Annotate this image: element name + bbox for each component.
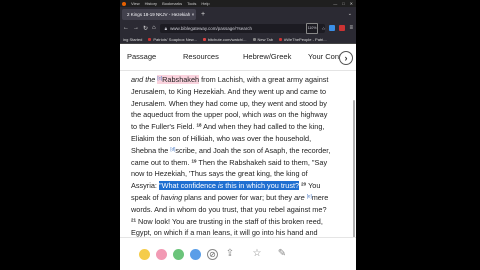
tab-close-icon[interactable]: × — [190, 9, 196, 20]
tab-resources[interactable]: Resources — [183, 52, 219, 61]
menu-help[interactable]: Help — [201, 0, 209, 7]
passage-line: to the Fuller's Field. 18 And when they … — [131, 122, 325, 132]
browser-window: View History Bookmarks Tools Help — □ ✕ … — [120, 0, 356, 270]
bookmark-item[interactable]: ing Started — [123, 35, 142, 43]
passage-line: and the [c]Rabshakeh from Lachish, with … — [131, 75, 329, 84]
passage-line: Jerusalem. When they had come up, they w… — [131, 98, 327, 108]
share-icon[interactable]: ⇪ — [224, 248, 236, 260]
passage-line: speak of having plans and power for war;… — [131, 192, 329, 202]
bookmark-item[interactable]: #WeThePeople - Patri... — [279, 35, 327, 43]
verse-number: 18 — [196, 122, 202, 128]
bookmark-item[interactable]: New Tab — [252, 35, 273, 43]
menu-icon[interactable]: ≡ — [349, 25, 353, 31]
list-tabs-icon[interactable]: ⌄ — [348, 11, 352, 17]
passage-line: words. And in whom do you trust, that yo… — [131, 204, 327, 214]
bookmark-favicon-icon — [148, 37, 152, 41]
url-bar[interactable]: 🔒︎ www.biblegateway.com/passage/?search … — [159, 22, 326, 34]
bookmark-favicon-icon — [279, 37, 282, 41]
verse-number: 19 — [191, 158, 197, 164]
menu-history[interactable]: History — [145, 0, 157, 7]
reload-icon[interactable]: ↻ — [143, 25, 148, 32]
bookmark-item[interactable]: Patriots' Soapbox New... — [148, 35, 197, 43]
menu-tools[interactable]: Tools — [187, 0, 196, 7]
extension-icon[interactable] — [339, 25, 346, 31]
highlight-blue-button[interactable] — [190, 249, 201, 260]
next-tab-button[interactable]: › — [339, 51, 353, 65]
close-window-button[interactable]: ✕ — [350, 0, 353, 7]
url-text: www.biblegateway.com/passage/?search — [170, 25, 253, 31]
passage-line: Jerusalem, to King Hezekiah. And they we… — [131, 86, 327, 96]
window-controls: — □ ✕ — [333, 0, 356, 7]
highlight-toolbar: ⊘ ⇪ ☆ ✎ — [120, 237, 356, 270]
passage-text: and the [c]Rabshakeh from Lachish, with … — [120, 71, 356, 237]
highlight-yellow-button[interactable] — [139, 249, 150, 260]
passage-line: Assyria: "What confidence is this in whi… — [131, 181, 321, 191]
reader-tab-bar: Passage Resources Hebrew/Greek Your Cont… — [120, 44, 356, 71]
highlighted-text[interactable]: [c]Rabshakeh — [157, 75, 200, 84]
extension-icon[interactable] — [329, 25, 336, 31]
tab-title: 2 Kings 18-19 NKJV - Hezekiah — [127, 11, 190, 17]
firefox-icon — [122, 1, 126, 6]
highlight-pink-button[interactable] — [156, 249, 167, 260]
passage-line: Egypt, on which if a man leans, it will … — [131, 228, 318, 237]
lock-icon: 🔒︎ — [164, 25, 168, 31]
tab-hebrew-greek[interactable]: Hebrew/Greek — [243, 52, 291, 61]
selected-text[interactable]: "What confidence is this in which you tr… — [158, 181, 300, 191]
minimize-button[interactable]: — — [333, 0, 337, 7]
home-icon[interactable]: ⌂ — [152, 25, 156, 31]
navigation-toolbar: ← → ↻ ⌂ 🔒︎ www.biblegateway.com/passage/… — [120, 21, 356, 35]
clear-highlight-icon[interactable]: ⊘ — [207, 249, 218, 260]
tab-active[interactable]: 2 Kings 18-19 NKJV - Hezekiah × — [122, 8, 196, 20]
tab-strip: 2 Kings 18-19 NKJV - Hezekiah × + ⌄ — [120, 7, 356, 21]
bookmark-favicon-icon — [252, 37, 256, 41]
zoom-indicator[interactable]: 110% — [305, 22, 319, 34]
note-icon[interactable]: ✎ — [276, 248, 288, 260]
highlight-green-button[interactable] — [173, 249, 184, 260]
verse-number: 20 — [301, 181, 307, 187]
passage-line: the aqueduct from the upper pool, which … — [131, 110, 328, 120]
passage-line: Shebna the [d]scribe, and Joah the son o… — [131, 145, 331, 155]
verse-number: 21 — [131, 217, 137, 223]
menu-bookmarks[interactable]: Bookmarks — [162, 0, 182, 7]
maximize-button[interactable]: □ — [342, 0, 344, 7]
passage-line: now to Hezekiah, 'Thus says the great ki… — [131, 169, 308, 179]
forward-icon[interactable]: → — [133, 25, 139, 31]
back-icon[interactable]: ← — [123, 25, 129, 31]
bookmark-favicon-icon — [202, 37, 206, 41]
scrollbar-thumb[interactable] — [353, 100, 355, 240]
bookmarks-bar: ing Started Patriots' Soapbox New... bit… — [120, 35, 356, 44]
menu-bar: View History Bookmarks Tools Help — □ ✕ — [120, 0, 356, 7]
tab-passage[interactable]: Passage — [127, 52, 156, 61]
new-tab-button[interactable]: + — [201, 11, 205, 18]
passage-line: 21 Now look! You are trusting in the sta… — [131, 216, 323, 226]
bookmark-star-icon[interactable]: ☆ — [321, 24, 325, 33]
menu-view[interactable]: View — [131, 0, 140, 7]
bookmark-icon[interactable]: ☆ — [251, 248, 263, 260]
bookmark-item[interactable]: bitchute.com/watch/... — [202, 35, 247, 43]
passage-line: Eliakim the son of Hilkiah, who was over… — [131, 133, 312, 143]
passage-line: came out to them. 19 Then the Rabshakeh … — [131, 157, 328, 167]
